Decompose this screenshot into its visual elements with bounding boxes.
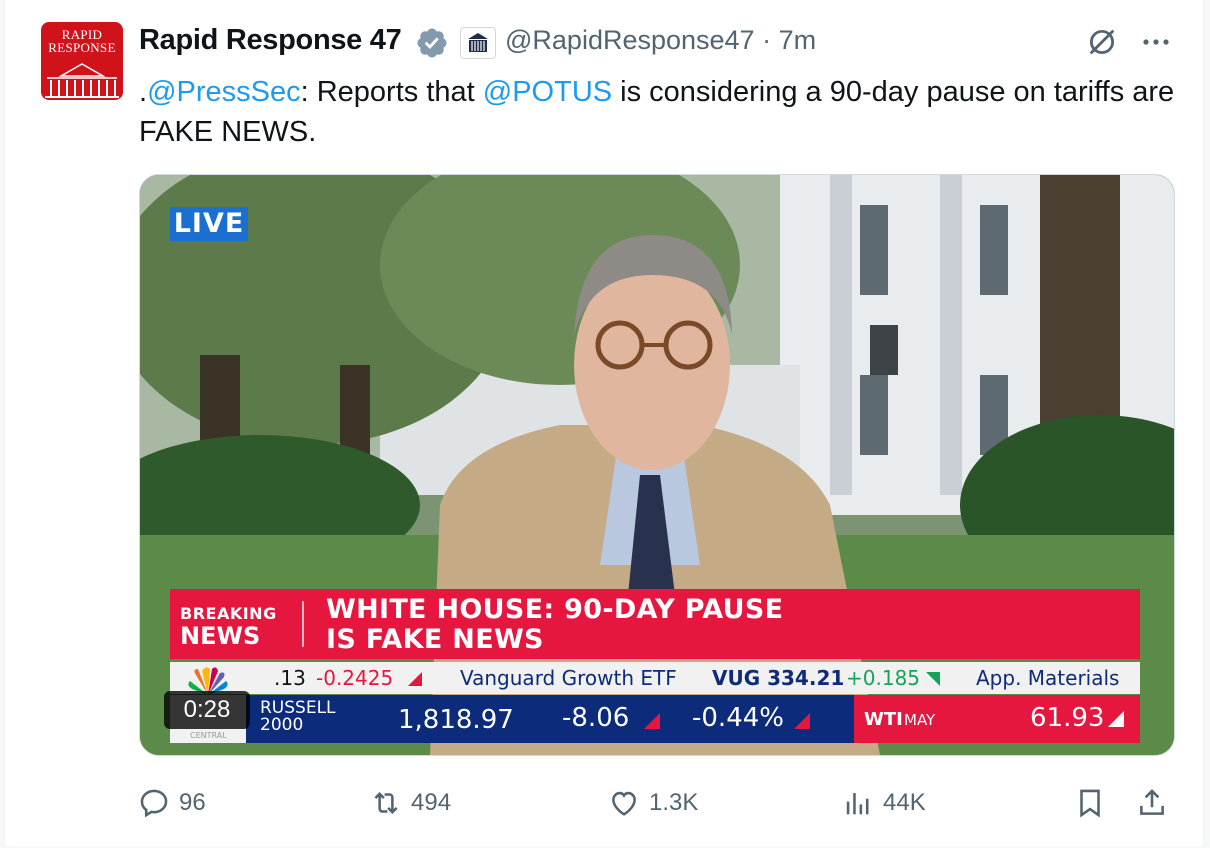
down-arrow-icon: [408, 672, 422, 686]
more-options-icon[interactable]: [1139, 30, 1173, 54]
breaking-news-label: BREAKING NEWS: [180, 604, 277, 650]
bookmark-icon[interactable]: [1073, 786, 1107, 820]
banner-divider: [302, 601, 304, 647]
tweet-text: .@PressSec: Reports that @POTUS is consi…: [139, 76, 1183, 148]
reply-icon: [140, 789, 168, 818]
up-arrow-icon: [1108, 711, 1124, 727]
account-handle[interactable]: @RapidResponse47 · 7m: [505, 25, 816, 56]
tweet-card[interactable]: RAPID RESPONSE Rapid Response 47 @RapidR…: [4, 0, 1204, 846]
reply-button[interactable]: 96: [137, 786, 227, 820]
verified-badge-icon[interactable]: [415, 26, 449, 60]
avatar-logo-text: RAPID RESPONSE: [48, 27, 116, 55]
ticker-bottom: CENTRAL RUSSELL 2000 1,818.97 -8.06 -0.4…: [170, 667, 1140, 743]
reply-count: 96: [179, 789, 206, 816]
mention-potus-link[interactable]: @POTUS: [483, 76, 612, 108]
video-player[interactable]: LIVE BREAKING NEWS WHITE HOUSE: 90-DAY P…: [139, 174, 1175, 756]
like-count: 1.3K: [649, 789, 699, 816]
repost-button[interactable]: 494: [369, 786, 479, 820]
share-icon[interactable]: [1135, 786, 1169, 820]
heart-icon: [612, 791, 636, 816]
russell-2000-ticker: RUSSELL 2000 1,818.97 -8.06 -0.44%: [246, 695, 854, 743]
repost-count: 494: [411, 789, 452, 816]
views-chart-icon: [846, 793, 869, 815]
ticker-top: .13 -0.2425 Vanguard Growth ETF VUG 334.…: [170, 662, 1140, 694]
post-time: 7m: [778, 25, 817, 55]
breaking-headline: WHITE HOUSE: 90-DAY PAUSE IS FAKE NEWS: [326, 594, 784, 655]
wti-ticker: WTI MAY 61.93: [854, 695, 1140, 743]
avatar[interactable]: RAPID RESPONSE: [41, 22, 123, 100]
up-arrow-icon: [926, 672, 940, 686]
repost-icon: [374, 791, 398, 815]
down-arrow-icon: [644, 713, 660, 729]
account-name[interactable]: Rapid Response 47: [139, 24, 402, 57]
video-timestamp: 0:28: [164, 691, 250, 729]
view-count: 44K: [883, 789, 926, 816]
views-button[interactable]: 44K: [841, 786, 951, 820]
action-bar: 96 494 1.3K 44K: [5, 770, 1203, 830]
breaking-news-banner: BREAKING NEWS WHITE HOUSE: 90-DAY PAUSE …: [170, 589, 1140, 659]
live-badge: LIVE: [170, 207, 248, 241]
down-arrow-icon: [794, 713, 810, 729]
white-house-logo-icon: [45, 63, 119, 98]
grok-icon[interactable]: [1085, 25, 1119, 59]
mention-presssec-link[interactable]: @PressSec: [147, 76, 301, 108]
like-button[interactable]: 1.3K: [607, 786, 717, 820]
affiliate-badge-icon[interactable]: [460, 27, 496, 59]
